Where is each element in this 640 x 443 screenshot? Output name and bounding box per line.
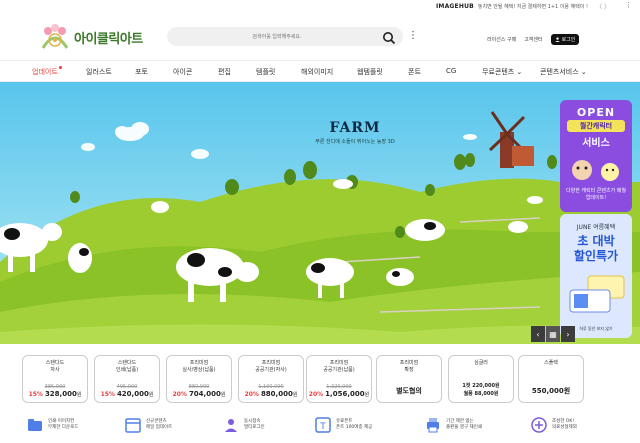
medical-icon [531, 417, 547, 433]
feature-reprint[interactable]: 기간 제한 없는 출판물 영구 재인쇄 [424, 413, 482, 437]
hero-subtitle: 푸른 잔디에 소들이 뛰어노는 농장 3D [315, 139, 395, 145]
nav-template[interactable]: 템플릿 [256, 67, 275, 77]
more-options-icon[interactable]: ⋮ [408, 31, 418, 41]
promo-arrows[interactable]: 〈 〉 [596, 2, 610, 11]
license-link[interactable]: 라이선스 구매 [487, 36, 516, 43]
character-label: 월간캐릭터 [567, 120, 625, 132]
top-promo-bar: IMAGEHUB 놓치면 안될 혜택! 지금 결제하면 1+1 이용 혜택이 !… [0, 0, 640, 12]
price-card[interactable]: 프리미엄 확장 별도협의 [376, 355, 442, 403]
prev-arrow-icon[interactable]: ‹ [531, 326, 545, 342]
support-link[interactable]: 고객센터 [524, 36, 542, 43]
main-nav: 업데이트 일러스트 포토 아이콘 편집 템플릿 해외이미지 웹템플릿 폰트 CG… [0, 60, 640, 82]
folder-icon [28, 419, 42, 431]
feature-ok[interactable]: 조성한 OK! 의료성형제외 [530, 413, 577, 437]
price-card[interactable]: 프리미엄 공공기관(자사) 1,100,000 20% 880,000원 [238, 355, 304, 403]
nav-overseas[interactable]: 해외이미지 [301, 67, 333, 77]
nav-update[interactable]: 업데이트 [32, 66, 62, 77]
feature-multilogin[interactable]: 동시접속 멀티로그인 [222, 413, 265, 437]
user-icon [554, 37, 560, 42]
monthly-character-banner[interactable]: OPEN 월간캐릭터 서비스 다양한 캐릭터 콘텐츠가 매월 업데이트! [560, 100, 632, 212]
search-icon[interactable] [382, 30, 396, 45]
search-bar [167, 27, 403, 46]
hero-pager: ‹ ▦ › [531, 326, 581, 342]
users-icon [225, 419, 237, 432]
update-text: 다양한 캐릭터 콘텐츠가 매월 업데이트! [566, 188, 626, 201]
site-logo[interactable]: 아이클릭아트 [40, 20, 158, 54]
nav-content-service[interactable]: 콘텐츠서비스 ⌄ [540, 67, 587, 77]
login-button[interactable]: 로그인 [550, 34, 580, 45]
hero-banner[interactable]: FARM 푸른 잔디에 소들이 뛰어노는 농장 3D OPEN 월간캐릭터 서비… [0, 82, 640, 344]
next-arrow-icon[interactable]: › [561, 326, 575, 342]
open-label: OPEN [576, 106, 616, 119]
utility-links: 라이선스 구매 고객센터 로그인 [487, 34, 580, 45]
nav-font[interactable]: 폰트 [408, 67, 421, 77]
nav-cg[interactable]: CG [446, 67, 456, 75]
sale-title: 초 대박 할인특가 [573, 234, 619, 263]
price-card[interactable]: 프리미엄 실사/영상(납품) 880,000 20% 704,000원 [166, 355, 232, 403]
grid-icon[interactable]: ▦ [546, 326, 560, 342]
logo-text: 아이클릭아트 [74, 31, 143, 47]
search-input[interactable] [177, 29, 377, 44]
login-label: 로그인 [561, 37, 576, 43]
font-icon: T [315, 417, 331, 433]
more-icon[interactable]: ⋮ [625, 1, 632, 9]
logo-flower-icon [40, 22, 70, 52]
nav-webtemplate[interactable]: 웹템플릿 [357, 67, 383, 77]
printer-icon [427, 418, 439, 433]
price-card[interactable]: 심글러 1컷 220,000원 월풍 88,000원 [448, 355, 514, 403]
hero-title: FARM [329, 120, 381, 136]
feature-daily-update[interactable]: 신규콘텐츠 매일 업데이트 [124, 413, 172, 437]
imagehub-brand[interactable]: IMAGEHUB [436, 3, 474, 10]
nav-illust[interactable]: 일러스트 [86, 67, 112, 77]
coupon-illustration [569, 275, 625, 313]
character-illustration [572, 160, 619, 181]
summer-sale-banner[interactable]: JUNE 여름혜택 초 대박 할인특가 하루 동안 보지 않기 [560, 214, 632, 338]
price-card[interactable]: 스탠다드 인쇄(납품) 495,000 15% 420,000원 [94, 355, 160, 403]
calendar-icon [125, 418, 141, 433]
feature-fonts[interactable]: T 유료폰트 폰트 100여종 제공 [314, 413, 372, 437]
nav-photo[interactable]: 포토 [135, 67, 148, 77]
svg-text:T: T [319, 422, 326, 432]
nav-icon[interactable]: 아이콘 [173, 67, 192, 77]
service-label: 서비스 [582, 138, 610, 149]
price-cards: 스탠다드 자사 385,000 15% 328,000원 스탠다드 인쇄(납품) 49… [0, 355, 640, 405]
price-card[interactable]: 스플렉 550,000원 [518, 355, 584, 403]
price-card[interactable]: 스탠다드 자사 385,000 15% 328,000원 [22, 355, 88, 403]
nav-free-content[interactable]: 무료콘텐츠 ⌄ [482, 67, 522, 77]
promo-text[interactable]: 놓치면 안될 혜택! 지금 결제하면 1+1 이용 혜택이 ! [478, 3, 588, 10]
feature-strip: 인쇄·이미지컨 무제한 다운로드 신규콘텐츠 매일 업데이트 동시접속 멀티로그인 T… [0, 409, 640, 443]
nav-edit[interactable]: 편집 [218, 67, 231, 77]
june-label: JUNE 여름혜택 [576, 224, 616, 231]
feature-unlimited[interactable]: 인쇄·이미지컨 무제한 다운로드 [26, 413, 78, 437]
header: 아이클릭아트 ⋮ 라이선스 구매 고객센터 로그인 [0, 12, 640, 60]
price-card[interactable]: 프리미엄 공공기관(납품) 1,320,000 20% 1,056,000원 [306, 355, 372, 403]
